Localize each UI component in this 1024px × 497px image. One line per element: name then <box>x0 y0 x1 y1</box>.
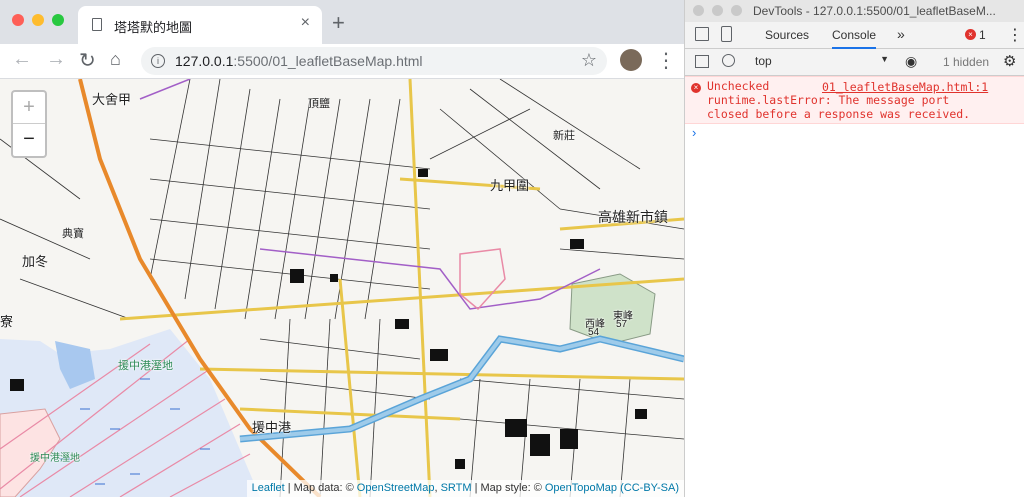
zoom-in-button[interactable]: + <box>13 92 45 124</box>
devtools-tabbar: Sources Console » × 1 ⋮ <box>685 22 1024 49</box>
devtools-title: DevTools - 127.0.0.1:5500/01_leafletBase… <box>753 4 996 18</box>
srtm-link[interactable]: SRTM <box>441 482 472 494</box>
minimize-window-icon[interactable] <box>712 5 723 16</box>
profile-avatar[interactable] <box>620 49 642 71</box>
browser-window: 塔塔默的地圖 × + ← → ↻ ⌂ i 127.0.0.1:5500/01_l… <box>0 0 684 497</box>
tab-sources[interactable]: Sources <box>765 28 809 42</box>
eye-icon[interactable]: ◉ <box>905 53 917 70</box>
browser-menu-icon[interactable]: ⋮ <box>656 48 676 73</box>
address-bar[interactable]: i 127.0.0.1:5500/01_leafletBaseMap.html … <box>141 47 607 75</box>
error-count-icon[interactable]: × <box>965 29 976 40</box>
console-prompt[interactable]: › <box>692 125 696 140</box>
new-tab-button[interactable]: + <box>332 10 345 36</box>
place-label: 九甲圍 <box>490 178 530 193</box>
place-label: 寮 <box>0 314 14 329</box>
tab-console[interactable]: Console <box>832 28 877 49</box>
browser-toolbar: ← → ↻ ⌂ i 127.0.0.1:5500/01_leafletBaseM… <box>0 44 684 79</box>
tab-close-icon[interactable]: × <box>301 14 310 32</box>
bookmark-star-icon[interactable]: ☆ <box>581 50 597 71</box>
place-label: 57 <box>616 319 628 330</box>
error-line-1: Unchecked <box>707 79 770 93</box>
maximize-window-icon[interactable] <box>52 14 64 26</box>
place-label: 54 <box>588 327 600 338</box>
reload-icon[interactable]: ↻ <box>79 48 96 73</box>
error-line-3: closed before a response was received. <box>707 107 971 121</box>
leaflet-map[interactable]: 大舍甲 頂鹽 新莊 九甲圍 高雄新市鎮 典寶 加冬 寮 援中港溼地 援中港 東峰… <box>0 79 684 497</box>
console-error-message: × Unchecked 01_leafletBaseMap.html:1 run… <box>685 76 1024 124</box>
zoom-control: + − <box>11 90 47 158</box>
place-label: 援中港溼地 <box>118 360 173 372</box>
close-window-icon[interactable] <box>12 14 24 26</box>
chevron-down-icon: ▼ <box>880 54 889 64</box>
error-source-link[interactable]: 01_leafletBaseMap.html:1 <box>822 80 988 94</box>
error-count: 1 <box>979 28 986 42</box>
device-toolbar-icon[interactable] <box>721 26 732 42</box>
inspect-element-icon[interactable] <box>695 27 709 41</box>
console-toolbar: top ▼ ◉ 1 hidden ⚙ <box>685 49 1024 76</box>
close-window-icon[interactable] <box>693 5 704 16</box>
more-tabs-icon[interactable]: » <box>897 26 905 42</box>
place-label: 頂鹽 <box>308 98 330 110</box>
back-arrow-icon[interactable]: ← <box>12 48 32 71</box>
gear-icon[interactable]: ⚙ <box>1003 52 1016 70</box>
attribution-text: | Map data: © <box>284 482 357 494</box>
forward-arrow-icon[interactable]: → <box>46 48 66 71</box>
place-label: 大舍甲 <box>92 92 132 107</box>
context-select[interactable]: top ▼ <box>749 52 889 70</box>
place-label: 加冬 <box>22 254 49 269</box>
browser-tab[interactable]: 塔塔默的地圖 × <box>78 6 322 44</box>
context-value: top <box>755 54 772 68</box>
browser-titlebar: 塔塔默的地圖 × + <box>0 0 684 44</box>
osm-link[interactable]: OpenStreetMap <box>357 482 435 494</box>
place-label: 援中港 <box>252 420 292 435</box>
home-icon[interactable]: ⌂ <box>110 49 121 70</box>
place-label: 典寶 <box>62 228 84 240</box>
sidebar-toggle-icon[interactable] <box>695 55 709 68</box>
place-label: 新莊 <box>553 130 575 142</box>
map-tiles <box>0 79 684 497</box>
devtools-menu-icon[interactable]: ⋮ <box>1007 25 1023 45</box>
url-text: 127.0.0.1:5500/01_leafletBaseMap.html <box>175 53 423 69</box>
hidden-count[interactable]: 1 hidden <box>943 55 989 69</box>
devtools-window: DevTools - 127.0.0.1:5500/01_leafletBase… <box>684 0 1024 497</box>
license-link[interactable]: (CC-BY-SA) <box>620 482 679 494</box>
maximize-window-icon[interactable] <box>731 5 742 16</box>
place-label: 援中港溼地 <box>30 453 80 464</box>
tab-title: 塔塔默的地圖 <box>114 20 193 35</box>
clear-console-icon[interactable] <box>722 54 735 67</box>
url-host: 127.0.0.1 <box>175 53 234 69</box>
url-path: :5500/01_leafletBaseMap.html <box>233 53 423 69</box>
opentopomap-link[interactable]: OpenTopoMap <box>545 482 617 494</box>
zoom-out-button[interactable]: − <box>13 124 45 155</box>
minimize-window-icon[interactable] <box>32 14 44 26</box>
place-label: 高雄新市鎮 <box>598 209 668 225</box>
error-icon: × <box>691 83 701 93</box>
leaflet-link[interactable]: Leaflet <box>252 482 285 494</box>
document-icon <box>92 18 102 31</box>
devtools-titlebar: DevTools - 127.0.0.1:5500/01_leafletBase… <box>685 0 1024 23</box>
info-icon[interactable]: i <box>151 54 165 68</box>
map-attribution: Leaflet | Map data: © OpenStreetMap, SRT… <box>246 480 684 497</box>
attribution-text: | Map style: © <box>471 482 545 494</box>
error-line-2: runtime.lastError: The message port <box>707 93 950 107</box>
